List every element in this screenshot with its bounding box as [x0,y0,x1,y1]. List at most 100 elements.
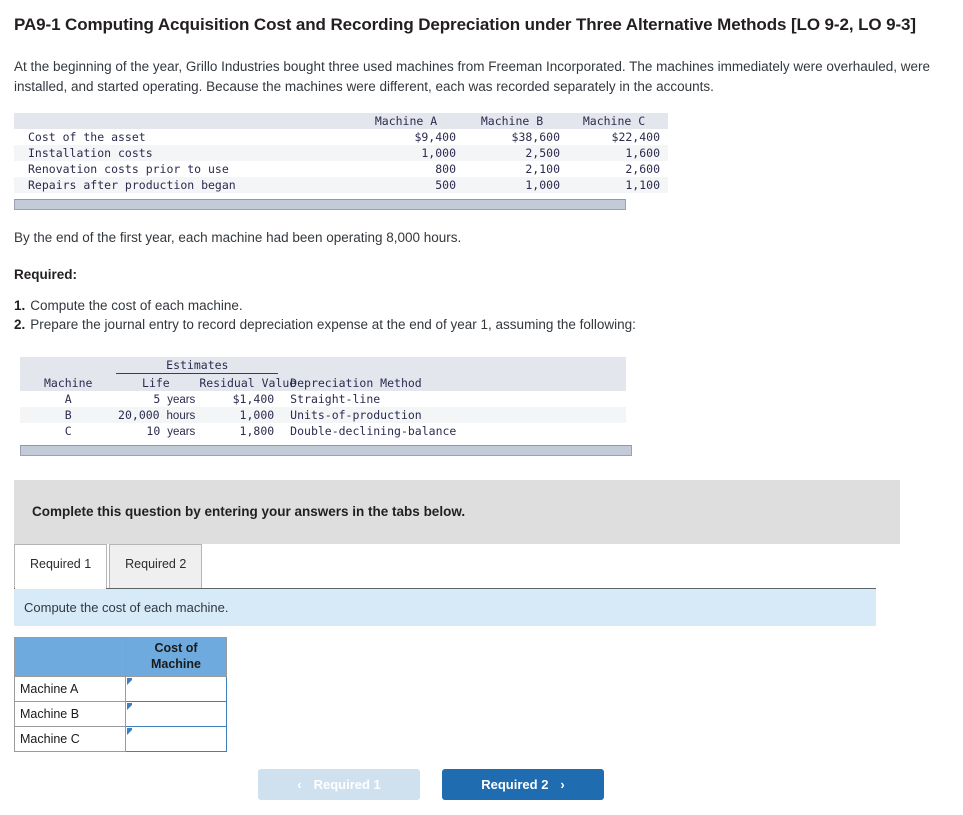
answer-row-label-machine-c: Machine C [14,725,126,752]
answer-row-label-machine-b: Machine B [14,700,126,727]
table-row: Installation costs 1,000 2,500 1,600 [14,145,668,162]
estimates-row-method: Straight-line [282,390,626,407]
table-row: Machine B [14,700,227,727]
estimates-row-life-unit: years [167,425,196,438]
answer-grid-header-row: Cost of Machine [14,636,227,677]
cost-row-value-a: 1,000 [356,145,464,162]
estimates-group-header-row: Estimates [20,356,626,375]
cost-table: Machine A Machine B Machine C Cost of th… [14,113,668,194]
estimates-row-method: Units-of-production [282,406,626,423]
cell-marker-icon [127,727,132,735]
table-row: C 10 years 1,800 Double-declining-balanc… [20,422,626,439]
table-row: A 5 years $1,400 Straight-line [20,390,626,407]
estimates-table-footer-bar [20,444,632,456]
table-header-row: Machine Life Residual Value Depreciation… [20,374,626,391]
estimates-row-life: 10 years [116,422,200,439]
estimates-group-header: Estimates [116,356,283,375]
cost-row-label: Repairs after production began [14,177,356,194]
chevron-left-icon: ‹ [297,777,302,792]
answer-grid-column-header: Cost of Machine [125,636,227,677]
estimates-group-blank-right [282,356,626,375]
required-item-1: 1. Compute the cost of each machine. [14,296,949,316]
question-page: PA9-1 Computing Acquisition Cost and Rec… [0,0,963,456]
cost-row-value-c: 2,600 [568,161,668,178]
chevron-right-icon: › [560,777,565,792]
estimates-group-blank [20,356,117,375]
estimates-row-life-number: 20,000 [118,407,160,422]
estimates-row-life: 5 years [116,390,200,407]
prev-required-1-button[interactable]: ‹ Required 1 [258,769,420,800]
cost-row-label: Installation costs [14,145,356,162]
tab-required-1[interactable]: Required 1 [14,543,108,589]
cost-table-header-blank [14,113,356,130]
table-row: Repairs after production began 500 1,000… [14,177,668,194]
table-row: Cost of the asset $9,400 $38,600 $22,400 [14,129,668,146]
required-item-1-text: Compute the cost of each machine. [30,297,243,313]
prev-button-label: Required 1 [313,777,381,792]
estimates-row-life-number: 10 [146,423,161,438]
table-header-row: Machine A Machine B Machine C [14,113,668,130]
answer-grid-corner [14,636,126,677]
cost-row-value-a: 500 [356,177,464,194]
instruction-banner-text: Complete this question by entering your … [32,503,466,519]
estimates-row-machine: B [20,406,117,423]
cost-table-header-machine-a: Machine A [356,113,464,130]
estimates-row-machine: C [20,422,117,439]
cost-row-value-b: $38,600 [464,129,568,146]
cell-marker-icon [127,677,132,685]
answer-grid-column-header-line2: Machine [150,656,201,671]
next-button-label: Required 2 [481,777,549,792]
estimates-header-residual: Residual Value [199,374,297,391]
cost-row-value-c: 1,600 [568,145,668,162]
tab-strip: Required 1 Required 2 [14,543,963,589]
hours-paragraph: By the end of the first year, each machi… [14,230,462,246]
navigation-buttons: ‹ Required 1 Required 2 › [258,769,604,800]
estimates-header-method: Depreciation Method [282,374,626,391]
required-heading: Required: [14,266,78,282]
estimates-row-life-number: 5 [153,391,161,406]
cost-row-value-b: 1,000 [464,177,568,194]
estimates-header-machine: Machine [20,374,117,391]
required-list: 1. Compute the cost of each machine. 2. Pr… [14,296,949,335]
table-row: B 20,000 hours 1,000 Units-of-production [20,406,626,423]
estimates-row-residual: 1,000 [199,406,283,423]
estimates-table-wrapper: Estimates Machine Life Residual Value De… [14,356,949,456]
cost-table-header-machine-b: Machine B [464,113,568,130]
required-item-2-text: Prepare the journal entry to record depr… [30,317,636,333]
intro-paragraph: At the beginning of the year, Grillo Ind… [14,58,930,95]
answer-grid: Cost of Machine Machine A Machine B Mach… [14,636,227,752]
cell-marker-icon [127,702,132,710]
page-title: PA9-1 Computing Acquisition Cost and Rec… [14,15,916,34]
cost-row-value-a: $9,400 [356,129,464,146]
estimates-row-life: 20,000 hours [116,406,200,423]
answer-input-machine-b[interactable] [125,700,227,727]
cost-row-value-c: 1,100 [568,177,668,194]
estimates-row-life-unit: years [167,393,196,406]
tab-required-2[interactable]: Required 2 [109,543,203,588]
required-item-2: 2. Prepare the journal entry to record de… [14,315,949,335]
table-row: Renovation costs prior to use 800 2,100 … [14,161,668,178]
estimates-row-residual: 1,800 [199,422,283,439]
answer-input-machine-c[interactable] [125,725,227,752]
estimates-header-life: Life [116,374,200,391]
cost-table-wrapper: Machine A Machine B Machine C Cost of th… [14,113,949,211]
cost-row-value-c: $22,400 [568,129,668,146]
cost-row-label: Renovation costs prior to use [14,161,356,178]
estimates-row-residual: $1,400 [199,390,283,407]
required-item-2-number: 2. [14,317,26,333]
cost-row-label: Cost of the asset [14,129,356,146]
answer-input-machine-a[interactable] [125,675,227,702]
sub-instruction-bar: Compute the cost of each machine. [14,587,876,626]
estimates-table: Estimates Machine Life Residual Value De… [20,356,626,439]
estimates-row-machine: A [20,390,117,407]
estimates-row-life-unit: hours [166,409,196,422]
answer-grid-column-header-line1: Cost of [154,641,198,656]
cost-row-value-a: 800 [356,161,464,178]
estimates-group-header-label: Estimates [116,358,279,374]
next-required-2-button[interactable]: Required 2 › [442,769,604,800]
required-item-1-number: 1. [14,297,26,313]
table-row: Machine A [14,675,227,702]
cost-row-value-b: 2,500 [464,145,568,162]
answer-row-label-machine-a: Machine A [14,675,126,702]
cost-table-footer-bar [14,199,626,211]
